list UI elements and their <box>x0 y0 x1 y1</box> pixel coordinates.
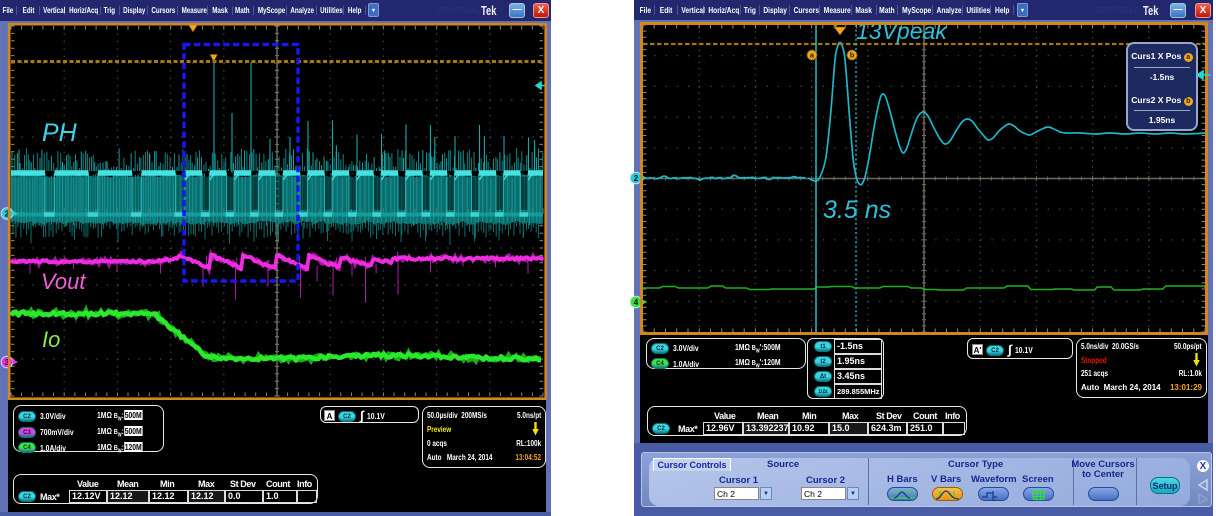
svg-text:PH: PH <box>42 119 78 147</box>
svg-text:2: 2 <box>634 174 639 183</box>
svg-text:b: b <box>850 51 855 60</box>
svg-text:4: 4 <box>634 298 639 307</box>
svg-text:Vout: Vout <box>41 269 86 294</box>
svg-text:3.5 ns: 3.5 ns <box>823 196 891 224</box>
svg-text:13Vpeak: 13Vpeak <box>856 22 948 44</box>
svg-text:Io: Io <box>42 327 60 352</box>
